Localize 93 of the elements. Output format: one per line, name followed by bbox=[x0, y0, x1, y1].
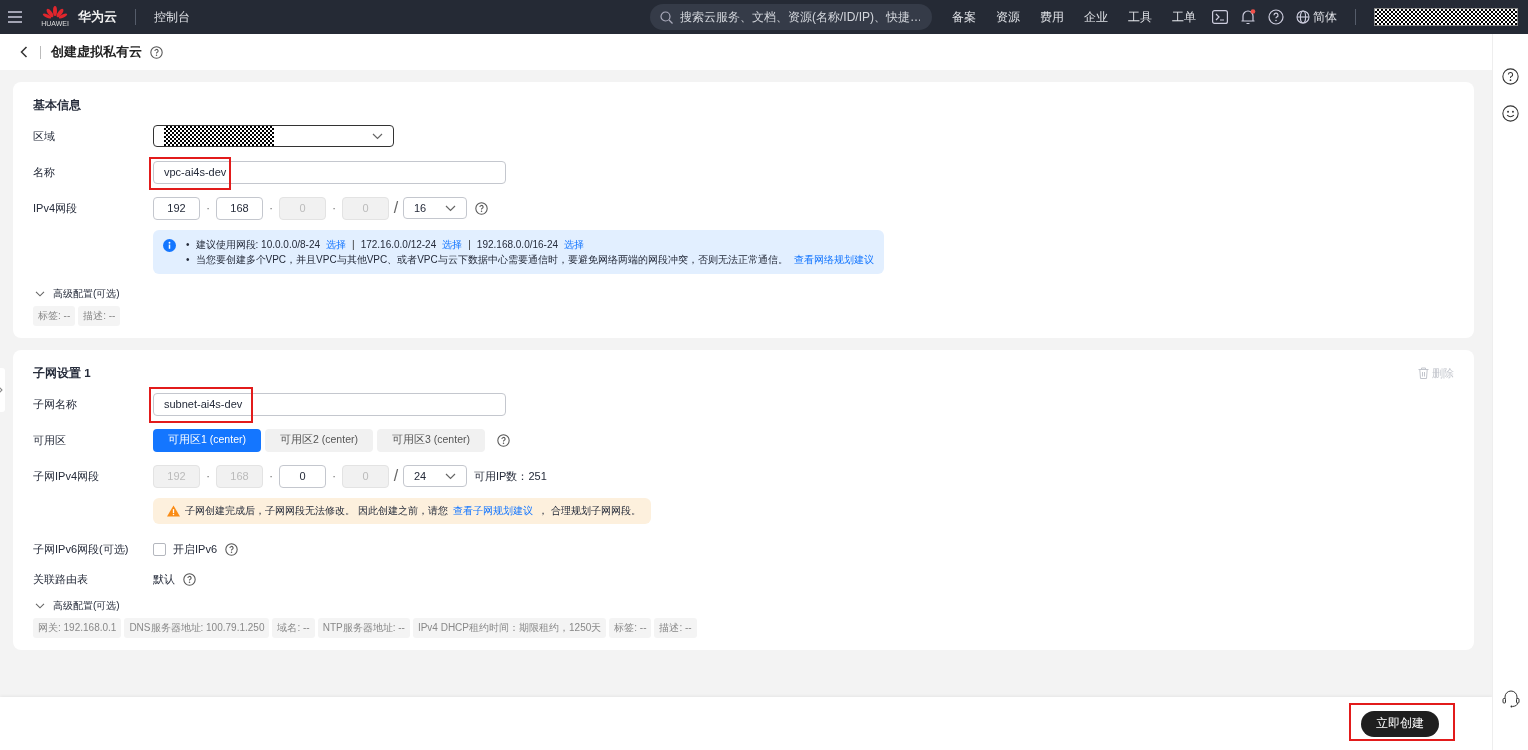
octet-field[interactable]: 168 bbox=[216, 196, 263, 220]
summary-tag: 标签: -- bbox=[33, 306, 76, 326]
page-title: 创建虚拟私有云 bbox=[51, 43, 142, 61]
nav-link[interactable]: 工具 bbox=[1128, 8, 1152, 26]
summary-tag: 域名: -- bbox=[272, 618, 315, 638]
trash-icon bbox=[1418, 367, 1429, 379]
headset-icon[interactable] bbox=[1501, 689, 1520, 708]
help-icon[interactable] bbox=[183, 572, 196, 586]
separator-dot: · bbox=[331, 470, 337, 482]
nav-link[interactable]: 备案 bbox=[952, 8, 976, 26]
separator-dot: · bbox=[205, 202, 211, 214]
warning-text: ， 合理规划子网网段。 bbox=[537, 504, 641, 518]
checkbox[interactable] bbox=[153, 542, 166, 556]
checkbox-label[interactable]: 开启IPv6 bbox=[173, 541, 217, 557]
warning-text: 子网创建完成后，子网网段无法修改。 因此创建之前，请您 bbox=[185, 504, 448, 518]
nav-link[interactable]: 工单 bbox=[1172, 8, 1196, 26]
tip-text: 建议使用网段: 10.0.0.0/8-24 bbox=[195, 239, 320, 250]
summary-tag: 标签: -- bbox=[609, 618, 652, 638]
summary-tag: 描述: -- bbox=[78, 306, 121, 326]
planning-link[interactable]: 查看子网规划建议 bbox=[452, 504, 533, 518]
nav-link[interactable]: 资源 bbox=[996, 8, 1020, 26]
separator-dot: · bbox=[205, 470, 211, 482]
advanced-toggle[interactable]: 高级配置(可选) bbox=[53, 599, 120, 613]
mask-select[interactable]: 16 bbox=[403, 197, 467, 219]
field-label: IPv4网段 bbox=[33, 200, 78, 216]
section-title: 子网设置 1 bbox=[33, 366, 91, 381]
field-label: 子网名称 bbox=[33, 396, 78, 412]
field-label: 子网IPv6网段(可选) bbox=[33, 541, 130, 557]
chevron-down-icon[interactable] bbox=[35, 603, 45, 609]
tip-link[interactable]: 选择 bbox=[442, 239, 463, 250]
chevron-down-icon bbox=[445, 204, 456, 212]
zone-option[interactable]: 可用区2 (center) bbox=[265, 428, 373, 452]
tip-text: 192.168.0.0/16-24 bbox=[476, 239, 559, 250]
summary-tag: NTP服务器地址: -- bbox=[317, 618, 410, 638]
octet-field[interactable]: 0 bbox=[279, 464, 326, 488]
help-icon[interactable] bbox=[1502, 68, 1519, 85]
field-label: 子网IPv4网段 bbox=[33, 468, 100, 484]
available-ip-count: 可用IP数：251 bbox=[474, 468, 547, 484]
summary-tag: 网关: 192.168.0.1 bbox=[33, 618, 122, 638]
field-label: 名称 bbox=[33, 164, 56, 180]
separator-dot: · bbox=[268, 470, 274, 482]
globe-icon[interactable] bbox=[1296, 10, 1310, 24]
separator-dot: · bbox=[268, 202, 274, 214]
tip-link[interactable]: 选择 bbox=[326, 239, 346, 250]
field-label: 可用区 bbox=[33, 432, 67, 448]
summary-tag: IPv4 DHCP租约时间：期限租约，1250天 bbox=[412, 618, 607, 638]
info-icon bbox=[163, 239, 176, 252]
brand-name[interactable]: 华为云 bbox=[78, 8, 117, 26]
menu-icon[interactable] bbox=[8, 11, 22, 23]
language-link[interactable]: 简体 bbox=[1313, 8, 1337, 26]
search-field[interactable]: 搜索云服务、文档、资源(名称/ID/IP)、快捷… bbox=[650, 4, 932, 30]
warning-icon bbox=[167, 505, 180, 517]
route-table-value: 默认 bbox=[153, 571, 175, 587]
field-label: 区域 bbox=[33, 128, 56, 144]
chevron-down-icon bbox=[445, 472, 456, 480]
region-select[interactable] bbox=[153, 125, 394, 147]
section-title: 基本信息 bbox=[33, 98, 82, 113]
terminal-icon[interactable] bbox=[1212, 10, 1228, 24]
help-icon[interactable] bbox=[475, 201, 488, 215]
chevron-down-icon bbox=[372, 132, 383, 140]
summary-tag: DNS服务器地址: 100.79.1.250 bbox=[124, 618, 270, 638]
help-icon[interactable] bbox=[497, 433, 510, 447]
separator-dot: · bbox=[331, 202, 337, 214]
search-icon bbox=[660, 10, 673, 24]
nav-link[interactable]: 费用 bbox=[1040, 8, 1064, 26]
tip-text: 172.16.0.0/12-24 bbox=[360, 239, 437, 250]
zone-option[interactable]: 可用区3 (center) bbox=[377, 428, 485, 452]
mask-select[interactable]: 24 bbox=[403, 465, 467, 487]
bullet-mark: • bbox=[186, 254, 190, 265]
slash-mark: / bbox=[392, 199, 400, 217]
slash-mark: / bbox=[392, 467, 400, 485]
zone-option[interactable]: 可用区1 (center) bbox=[153, 428, 261, 452]
bell-icon[interactable] bbox=[1240, 9, 1256, 25]
console-link[interactable]: 控制台 bbox=[154, 8, 190, 26]
name-field[interactable]: vpc-ai4s-dev bbox=[153, 160, 506, 184]
pipe-separator: | bbox=[468, 239, 471, 250]
create-button[interactable]: 立即创建 bbox=[1361, 710, 1439, 737]
field-label: 关联路由表 bbox=[33, 571, 89, 587]
subnet-name-field[interactable]: subnet-ai4s-dev bbox=[153, 392, 506, 416]
smiley-icon[interactable] bbox=[1502, 105, 1519, 122]
octet-field[interactable]: 192 bbox=[153, 196, 200, 220]
chevron-down-icon[interactable] bbox=[35, 291, 45, 297]
pipe-separator: | bbox=[352, 239, 355, 250]
summary-tag: 描述: -- bbox=[654, 618, 697, 638]
back-icon[interactable] bbox=[20, 46, 28, 58]
tip-text: 当您要创建多个VPC，并且VPC与其他VPC、或者VPC与云下数据中心需要通信时，要避免网络两端的网段冲突，否则无法正常通信。 bbox=[195, 254, 788, 265]
bullet-mark: • bbox=[186, 239, 190, 250]
advanced-toggle[interactable]: 高级配置(可选) bbox=[53, 287, 120, 301]
tip-link[interactable]: 选择 bbox=[564, 239, 585, 250]
help-icon[interactable] bbox=[150, 45, 163, 59]
help-icon[interactable] bbox=[225, 542, 238, 556]
nav-link[interactable]: 企业 bbox=[1084, 8, 1108, 26]
tip-link[interactable]: 查看网络规划建议 bbox=[793, 254, 874, 265]
